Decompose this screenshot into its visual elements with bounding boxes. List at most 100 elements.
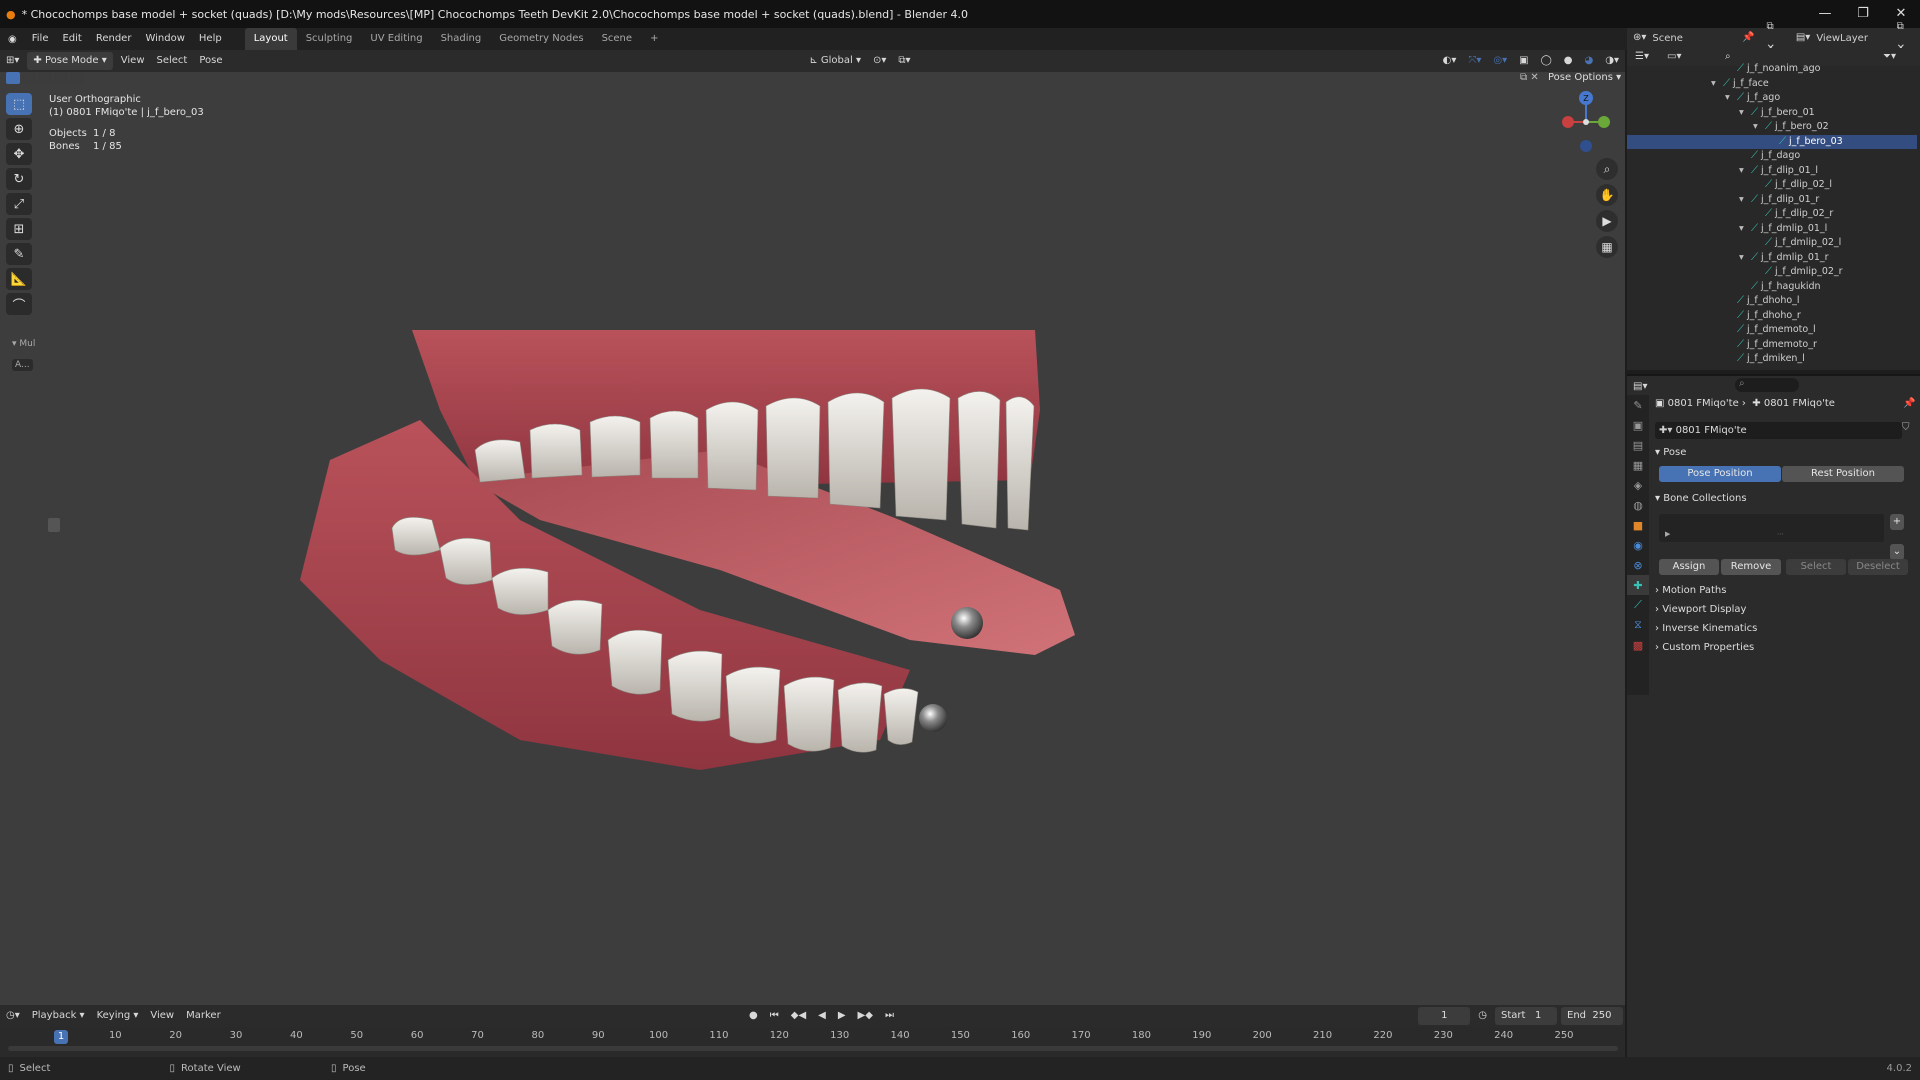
tab-tool-icon[interactable]: ✎ [1627,395,1649,415]
outliner-row[interactable]: ⟋ j_f_dhoho_l [1627,294,1917,308]
tab-armature-data-icon[interactable]: ✚ [1627,575,1649,595]
inverse-kinematics-header[interactable]: › Inverse Kinematics [1655,620,1910,638]
outliner-row[interactable]: ⟋ j_f_dmlip_02_r [1627,265,1917,279]
outliner-row[interactable]: ▾ ⟋ j_f_dlip_01_l [1627,164,1917,178]
view-layer-label[interactable]: ViewLayer [1816,33,1890,44]
outliner-row[interactable]: ⟋ j_f_dlip_02_l [1627,178,1917,192]
outliner-row[interactable]: ⟋ j_f_hagukidn [1627,280,1917,294]
menu-playback[interactable]: Playback ▾ [26,1005,91,1027]
menu-pose[interactable]: Pose [193,50,228,72]
expand-arrow-icon[interactable]: ▾ [1711,77,1723,91]
play-reverse-icon[interactable]: ◀ [812,1005,832,1027]
tab-bone-icon[interactable]: ⟋ [1627,595,1649,615]
deselect-button[interactable]: Deselect [1848,559,1908,575]
expand-arrow-icon[interactable]: ▾ [1739,251,1751,265]
tab-object-icon[interactable]: ■ [1627,515,1649,535]
custom-properties-header[interactable]: › Custom Properties [1655,639,1910,657]
armature-name-field[interactable]: ✚▾ 0801 FMiqo'te [1655,422,1902,439]
redo-panel-header[interactable]: ▾ Mul [12,339,35,349]
outliner-row[interactable]: ▾ ⟋ j_f_bero_01 [1627,106,1917,120]
snap-icon[interactable]: ⧉▾ [892,50,916,72]
bone-collections-list[interactable]: ▶ ⋯ [1659,514,1884,542]
3d-viewport[interactable] [0,50,1625,1005]
select-intersect-icon[interactable] [70,72,84,84]
outliner-row[interactable]: ⟋ j_f_dmemoto_l [1627,323,1917,337]
add-collection-button[interactable]: + [1890,514,1904,530]
pivot-point-icon[interactable]: ⊙▾ [867,50,892,72]
annotate-tool-icon[interactable]: ✎ [6,243,32,265]
ortho-grid-icon[interactable]: ▦ [1596,236,1618,258]
outliner-row[interactable]: ⟋ j_f_dmlip_02_l [1627,236,1917,250]
transform-orientation-dropdown[interactable]: ⊾ Global ▾ [803,50,867,72]
tab-bone-constraints-icon[interactable]: ⧖ [1627,615,1649,635]
tab-world-icon[interactable]: ◍ [1627,495,1649,515]
tab-view-layer-icon[interactable]: ▦ [1627,455,1649,475]
play-icon[interactable]: ▶ [832,1005,852,1027]
expand-arrow-icon[interactable]: ▾ [1739,106,1751,120]
outliner-row[interactable]: ▾ ⟋ j_f_dlip_01_r [1627,193,1917,207]
menu-marker[interactable]: Marker [180,1005,227,1027]
properties-editor-icon[interactable]: ▤▾ [1627,381,1653,392]
tab-texture-icon[interactable]: ▩ [1627,635,1649,655]
shading-solid-icon[interactable]: ● [1558,50,1579,72]
tab-layout[interactable]: Layout [244,28,297,50]
minimize-button[interactable]: — [1806,0,1844,28]
select-extend-icon[interactable] [22,72,36,84]
camera-icon[interactable]: ▶ [1596,210,1618,232]
outliner-row[interactable]: ⟋ j_f_noanim_ago [1627,62,1917,76]
prev-key-icon[interactable]: ◆◀ [785,1005,812,1027]
pose-position-button[interactable]: Pose Position [1659,466,1781,482]
outliner-row[interactable]: ▾ ⟋ j_f_bero_02 [1627,120,1917,134]
select-subtract-icon[interactable] [38,72,52,84]
scale-tool-icon[interactable]: ⤢ [6,193,32,215]
add-workspace-button[interactable]: + [641,28,667,50]
list-resize-grip-icon[interactable]: ⋯ [1777,530,1784,538]
properties-search[interactable]: ⌕ [1735,378,1799,392]
menu-view[interactable]: View [115,50,151,72]
menu-render[interactable]: Render [89,28,139,50]
outliner-row[interactable]: ▾ ⟋ j_f_dmlip_01_l [1627,222,1917,236]
mode-selector[interactable]: ✚ Pose Mode ▾ [27,52,113,70]
timeline-editor-icon[interactable]: ◷▾ [0,1005,26,1027]
outliner-row[interactable]: ▾ ⟋ j_f_face [1627,77,1917,91]
editor-type-icon[interactable]: ⊞▾ [0,50,25,72]
end-frame-field[interactable]: End 250 [1561,1007,1623,1025]
menu-edit[interactable]: Edit [55,28,88,50]
expand-arrow-icon[interactable]: ▾ [1753,120,1765,134]
tab-scene-icon[interactable]: ◈ [1627,475,1649,495]
sidebar-toggle-icons[interactable]: ⧉ ✕ [1520,72,1539,83]
gizmo-toggle-icon[interactable]: ⤧▾ [1462,50,1487,72]
bone-collections-header[interactable]: ▾ Bone Collections [1655,490,1910,508]
tab-physics-icon[interactable]: ◉ [1627,535,1649,555]
pan-hand-icon[interactable]: ✋ [1596,184,1618,206]
scene-label[interactable]: Scene [1652,33,1736,44]
expand-arrow-icon[interactable]: ▾ [1739,193,1751,207]
outliner-row[interactable]: ▾ ⟋ j_f_dmlip_01_r [1627,251,1917,265]
shading-rendered-icon[interactable]: ◑▾ [1599,50,1625,72]
tab-uv-editing[interactable]: UV Editing [361,28,431,50]
transform-tool-icon[interactable]: ⊞ [6,218,32,240]
menu-select[interactable]: Select [151,50,194,72]
timeline-scrollbar[interactable] [8,1046,1618,1051]
xray-icon[interactable]: ▣ [1513,50,1534,72]
outliner-row[interactable]: ⟋ j_f_dlip_02_r [1627,207,1917,221]
tab-render-icon[interactable]: ▣ [1627,415,1649,435]
select-box-tool-icon[interactable]: ⬚ [6,93,32,115]
current-frame-field[interactable]: 1 [1418,1007,1471,1025]
breadcrumb-pin-icon[interactable]: 📌 [1903,398,1915,409]
blender-menu-icon[interactable]: ◉ [0,34,25,45]
cursor-tool-icon[interactable]: ⊕ [6,118,32,140]
menu-keying[interactable]: Keying ▾ [91,1005,145,1027]
move-tool-icon[interactable]: ✥ [6,143,32,165]
select-new-icon[interactable] [6,72,20,84]
fake-user-icon[interactable]: ⛉ [1902,422,1910,433]
frame-cursor[interactable]: 1 [54,1030,68,1044]
collection-menu-button[interactable]: ⌄ [1890,544,1904,560]
visibility-icon[interactable]: ◐▾ [1437,50,1463,72]
remove-button[interactable]: Remove [1721,559,1781,575]
list-expand-icon[interactable]: ▶ [1665,530,1670,538]
select-invert-icon[interactable] [54,72,68,84]
tab-sculpting[interactable]: Sculpting [297,28,362,50]
next-key-icon[interactable]: ▶◆ [852,1005,879,1027]
menu-file[interactable]: File [25,28,56,50]
